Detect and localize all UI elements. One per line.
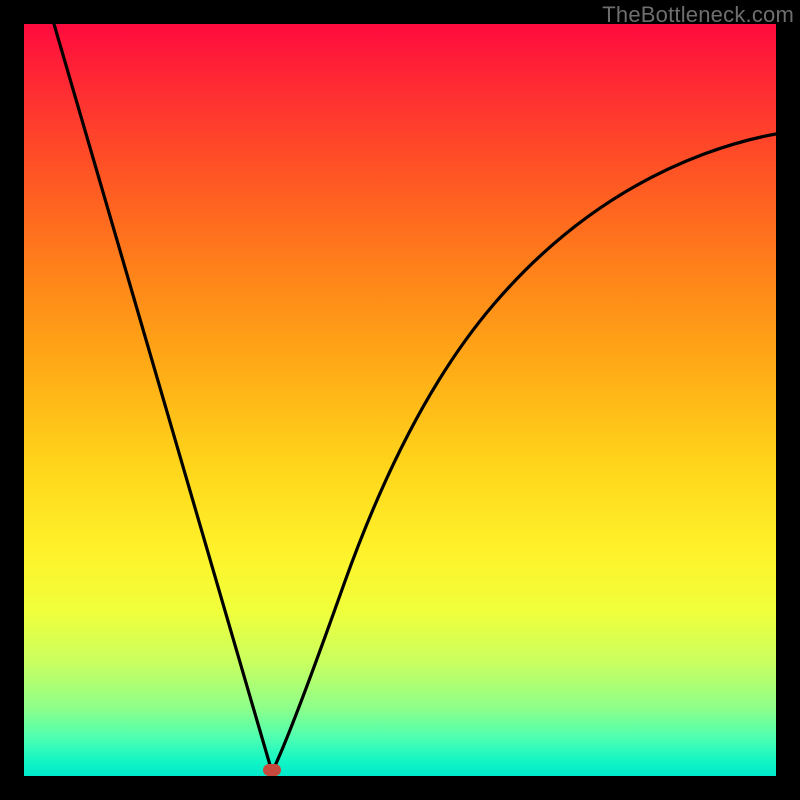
- chart-frame: TheBottleneck.com: [0, 0, 800, 800]
- bottleneck-curve: [24, 24, 776, 776]
- curve-path: [54, 24, 776, 772]
- watermark-text: TheBottleneck.com: [602, 2, 794, 28]
- minimum-marker: [263, 764, 281, 776]
- plot-area: [24, 24, 776, 776]
